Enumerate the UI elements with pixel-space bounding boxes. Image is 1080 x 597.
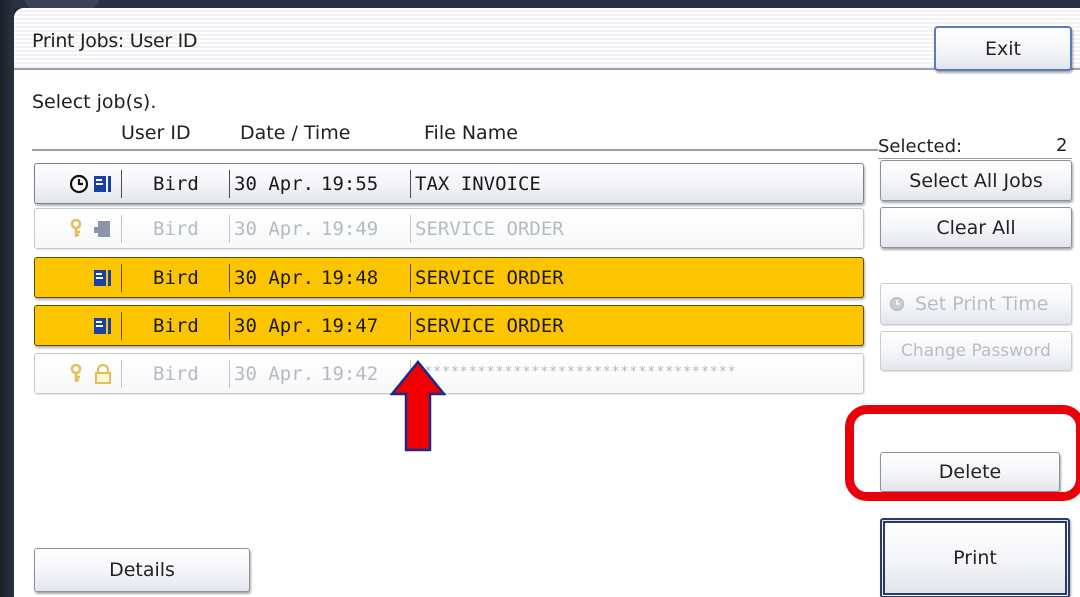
row-separator [410, 264, 411, 292]
row-separator [229, 360, 230, 388]
change-password-button[interactable]: Change Password [880, 331, 1072, 371]
clock-icon [69, 174, 89, 194]
key-icon [70, 219, 82, 237]
row-separator [229, 215, 230, 243]
job-time: 19:47 [321, 315, 379, 337]
row-separator [121, 215, 122, 243]
job-row[interactable]: Bird 30 Apr. 19:49 SERVICE ORDER [34, 208, 864, 249]
delete-button[interactable]: Delete [880, 452, 1060, 492]
job-row[interactable]: Bird 30 Apr. 19:42 *********************… [34, 353, 864, 394]
select-all-jobs-button[interactable]: Select All Jobs [880, 160, 1072, 201]
details-button[interactable]: Details [34, 548, 250, 592]
stored-job-icon [94, 221, 110, 237]
exit-button[interactable]: Exit [934, 26, 1072, 71]
job-date: 30 Apr. [234, 173, 315, 195]
lock-icon [95, 364, 111, 384]
job-file-name: TAX INVOICE [415, 173, 541, 195]
title-bar: Print Jobs: User ID [14, 8, 1080, 70]
job-date: 30 Apr. [234, 315, 315, 337]
job-row[interactable]: Bird 30 Apr. 19:48 SERVICE ORDER [34, 257, 864, 298]
job-user: Bird [153, 173, 199, 195]
set-print-time-button[interactable]: Set Print Time [880, 283, 1072, 325]
job-time: 19:49 [321, 218, 379, 240]
job-time: 19:48 [321, 267, 379, 289]
column-header-date-time: Date / Time [240, 122, 351, 144]
job-user: Bird [153, 218, 199, 240]
stored-job-icon [94, 176, 111, 192]
job-time: 19:55 [321, 173, 379, 195]
row-separator [121, 264, 122, 292]
job-date: 30 Apr. [234, 363, 315, 385]
job-row[interactable]: Bird 30 Apr. 19:55 TAX INVOICE [34, 163, 864, 204]
job-row[interactable]: Bird 30 Apr. 19:47 SERVICE ORDER [34, 305, 864, 346]
stored-job-icon [94, 318, 111, 334]
selected-divider [878, 158, 1072, 159]
touch-screen: Print Jobs: User ID Exit Select job(s). … [14, 8, 1080, 597]
job-date: 30 Apr. [234, 218, 315, 240]
set-print-time-label: Set Print Time [915, 293, 1049, 315]
job-user: Bird [153, 267, 199, 289]
row-separator [121, 170, 122, 198]
stored-job-icon [94, 270, 111, 286]
instruction-label: Select job(s). [32, 91, 157, 113]
row-separator [121, 360, 122, 388]
job-file-name: SERVICE ORDER [415, 267, 564, 289]
job-file-name: ************************************ [415, 364, 737, 380]
selected-label: Selected: [878, 136, 963, 157]
job-file-name: SERVICE ORDER [415, 218, 564, 240]
job-user: Bird [153, 363, 199, 385]
page-title: Print Jobs: User ID [32, 30, 198, 52]
device-bezel-top [0, 0, 1080, 8]
key-icon [70, 364, 82, 382]
selected-count: 2 [1056, 135, 1068, 156]
device-bezel-left [0, 0, 14, 597]
job-user: Bird [153, 315, 199, 337]
row-separator [121, 312, 122, 340]
row-separator [410, 170, 411, 198]
column-header-file-name: File Name [424, 122, 518, 144]
row-separator [229, 264, 230, 292]
clear-all-button[interactable]: Clear All [880, 207, 1072, 248]
job-time: 19:42 [321, 363, 379, 385]
header-divider [32, 149, 878, 151]
row-separator [229, 170, 230, 198]
print-button[interactable]: Print [880, 518, 1070, 597]
clock-icon [890, 297, 904, 311]
row-separator [410, 312, 411, 340]
job-date: 30 Apr. [234, 267, 315, 289]
job-file-name: SERVICE ORDER [415, 315, 564, 337]
row-separator [410, 215, 411, 243]
pointer-arrow [390, 360, 446, 452]
row-separator [229, 312, 230, 340]
column-header-user-id: User ID [121, 122, 191, 144]
